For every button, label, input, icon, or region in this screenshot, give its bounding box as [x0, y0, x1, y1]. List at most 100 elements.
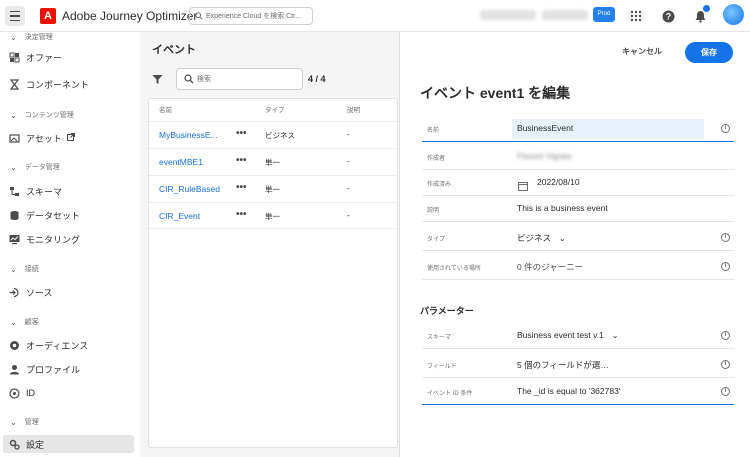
adobe-logo-icon: A [40, 8, 56, 24]
search-icon [184, 74, 194, 84]
result-count: 4 / 4 [308, 74, 326, 84]
sidebar-item-audiences[interactable]: オーディエンス [8, 336, 134, 354]
events-panel: イベント 検索 4 / 4 名前 タイプ 説明 MyBusinessE... •… [140, 32, 400, 457]
sidebar-item-assets[interactable]: アセット [8, 129, 134, 147]
schema-select[interactable]: Business event test v.1 ⌄ [517, 330, 618, 340]
table-row[interactable]: CIR_Event ••• 単一 - [149, 202, 397, 229]
events-search-input[interactable]: 検索 [176, 68, 303, 90]
sidebar-item-monitoring[interactable]: モニタリング [8, 230, 134, 248]
more-actions-icon[interactable]: ••• [236, 155, 247, 166]
sidebar-section-decisioning[interactable]: ⌄ 決定管理 [10, 32, 53, 42]
field-label: 使用されている場所 [427, 266, 481, 272]
field-description[interactable]: 説明 This is a business event [422, 196, 734, 222]
external-link-icon [66, 133, 75, 143]
monitoring-icon [8, 233, 20, 245]
field-author: 作成者 Florent Vignes [422, 144, 734, 170]
sidebar-item-datasets[interactable]: データセット [8, 206, 134, 224]
event-description: - [347, 157, 350, 166]
description-input[interactable]: This is a business event [517, 203, 608, 213]
cancel-button[interactable]: キャンセル [622, 46, 662, 57]
field-label: 作成者 [427, 156, 446, 162]
fields-selector[interactable]: 5 個のフィールドが選… [517, 359, 609, 371]
field-name[interactable]: 名前 BusinessEvent i [422, 116, 734, 142]
sidebar-item-identities[interactable]: ID [8, 384, 134, 402]
info-icon[interactable]: i [721, 360, 730, 369]
events-panel-title: イベント [152, 44, 196, 56]
calendar-icon [518, 178, 528, 196]
sidebar-item-offers[interactable]: オファー [8, 48, 134, 66]
global-search-input[interactable]: Experience Cloud を検索 Ctr... [189, 7, 313, 25]
apps-grid-icon[interactable] [628, 8, 644, 24]
event-name-link[interactable]: CIR_RuleBased [159, 184, 220, 194]
event-description: - [347, 211, 350, 220]
filter-icon[interactable] [152, 72, 163, 90]
info-icon[interactable]: i [721, 331, 730, 340]
field-label: イベント ID 条件 [427, 391, 473, 397]
info-icon[interactable]: i [721, 124, 730, 133]
info-icon[interactable]: i [721, 387, 730, 396]
column-header-description[interactable]: 説明 [347, 104, 360, 114]
chevron-down-icon: ⌄ [10, 110, 17, 120]
event-name-link[interactable]: MyBusinessE... [159, 130, 218, 140]
field-schema[interactable]: スキーマ Business event test v.1 ⌄ i [422, 323, 734, 349]
chevron-down-icon: ⌄ [10, 264, 17, 274]
sidebar-item-components[interactable]: コンポーネント [8, 75, 134, 93]
sidebar-item-profiles[interactable]: プロファイル [8, 360, 134, 378]
table-row[interactable]: eventMBE1 ••• 単一 - [149, 148, 397, 175]
prod-badge[interactable]: Prod [593, 7, 615, 22]
schema-icon [8, 185, 20, 197]
sidebar-section-customers[interactable]: ⌄ 顧客 [10, 317, 39, 327]
more-actions-icon[interactable]: ••• [236, 209, 247, 220]
save-button[interactable]: 保存 [685, 42, 733, 63]
field-event-id-condition[interactable]: イベント ID 条件 The _id is equal to '362783' … [422, 379, 734, 405]
events-table: 名前 タイプ 説明 MyBusinessE... ••• ビジネス - even… [148, 98, 398, 448]
column-header-type[interactable]: タイプ [265, 104, 285, 114]
chevron-down-icon: ⌄ [559, 234, 566, 243]
sidebar-item-schemas[interactable]: スキーマ [8, 182, 134, 200]
schema-select-value: Business event test v.1 [517, 330, 604, 340]
info-icon[interactable]: i [721, 262, 730, 271]
sidebar-section-data[interactable]: ⌄ データ管理 [10, 162, 60, 172]
field-used-in: 使用されている場所 0 件のジャーニー i [422, 254, 734, 280]
audience-icon [8, 339, 20, 351]
app-title: Adobe Journey Optimizer [62, 9, 198, 23]
help-icon[interactable]: ? [660, 8, 676, 24]
column-header-name[interactable]: 名前 [159, 104, 172, 114]
field-type[interactable]: タイプ ビジネス ⌄ i [422, 225, 734, 251]
field-label: スキーマ [427, 335, 452, 341]
field-label: 作成済み [427, 182, 452, 188]
field-fields[interactable]: フィールド 5 個のフィールドが選… i [422, 352, 734, 378]
table-row[interactable]: CIR_RuleBased ••• 単一 - [149, 175, 397, 202]
top-bar: A Adobe Journey Optimizer Experience Clo… [0, 0, 750, 32]
field-label: 名前 [427, 128, 440, 134]
event-name-link[interactable]: CIR_Event [159, 211, 200, 221]
org-switcher[interactable] [480, 10, 536, 20]
sidebar-section-admin[interactable]: ⌄ 管理 [10, 417, 39, 427]
events-search-placeholder: 検索 [197, 76, 211, 83]
type-select[interactable]: ビジネス ⌄ [517, 232, 566, 244]
event-id-condition-input[interactable]: The _id is equal to '362783' [517, 386, 620, 396]
event-type: 単一 [265, 185, 280, 194]
sidebar-section-connections[interactable]: ⌄ 接続 [10, 264, 39, 274]
name-input[interactable]: BusinessEvent [517, 123, 573, 133]
chevron-down-icon: ⌄ [10, 417, 17, 427]
table-row[interactable]: MyBusinessE... ••• ビジネス - [149, 121, 397, 148]
event-type: 単一 [265, 212, 280, 221]
sidebar-item-settings[interactable]: 設定 [3, 435, 134, 453]
sidebar-item-sources[interactable]: ソース [8, 283, 134, 301]
type-select-value: ビジネス [517, 233, 552, 243]
more-actions-icon[interactable]: ••• [236, 182, 247, 193]
asset-icon [8, 132, 20, 144]
created-date-value: 2022/08/10 [537, 177, 580, 187]
more-actions-icon[interactable]: ••• [236, 128, 247, 139]
event-type: 単一 [265, 158, 280, 167]
sidebar-section-content[interactable]: ⌄ コンテンツ管理 [10, 110, 74, 120]
sidebar: ⌄ 決定管理 オファー コンポーネント ⌄ コンテンツ管理 アセット ⌄ データ管理 … [0, 32, 140, 457]
sandbox-switcher[interactable] [542, 10, 588, 20]
event-name-link[interactable]: eventMBE1 [159, 157, 203, 167]
info-icon[interactable]: i [721, 233, 730, 242]
user-avatar[interactable] [723, 4, 744, 25]
menu-icon[interactable] [5, 6, 25, 26]
offer-icon [8, 51, 20, 63]
component-icon [8, 78, 20, 90]
